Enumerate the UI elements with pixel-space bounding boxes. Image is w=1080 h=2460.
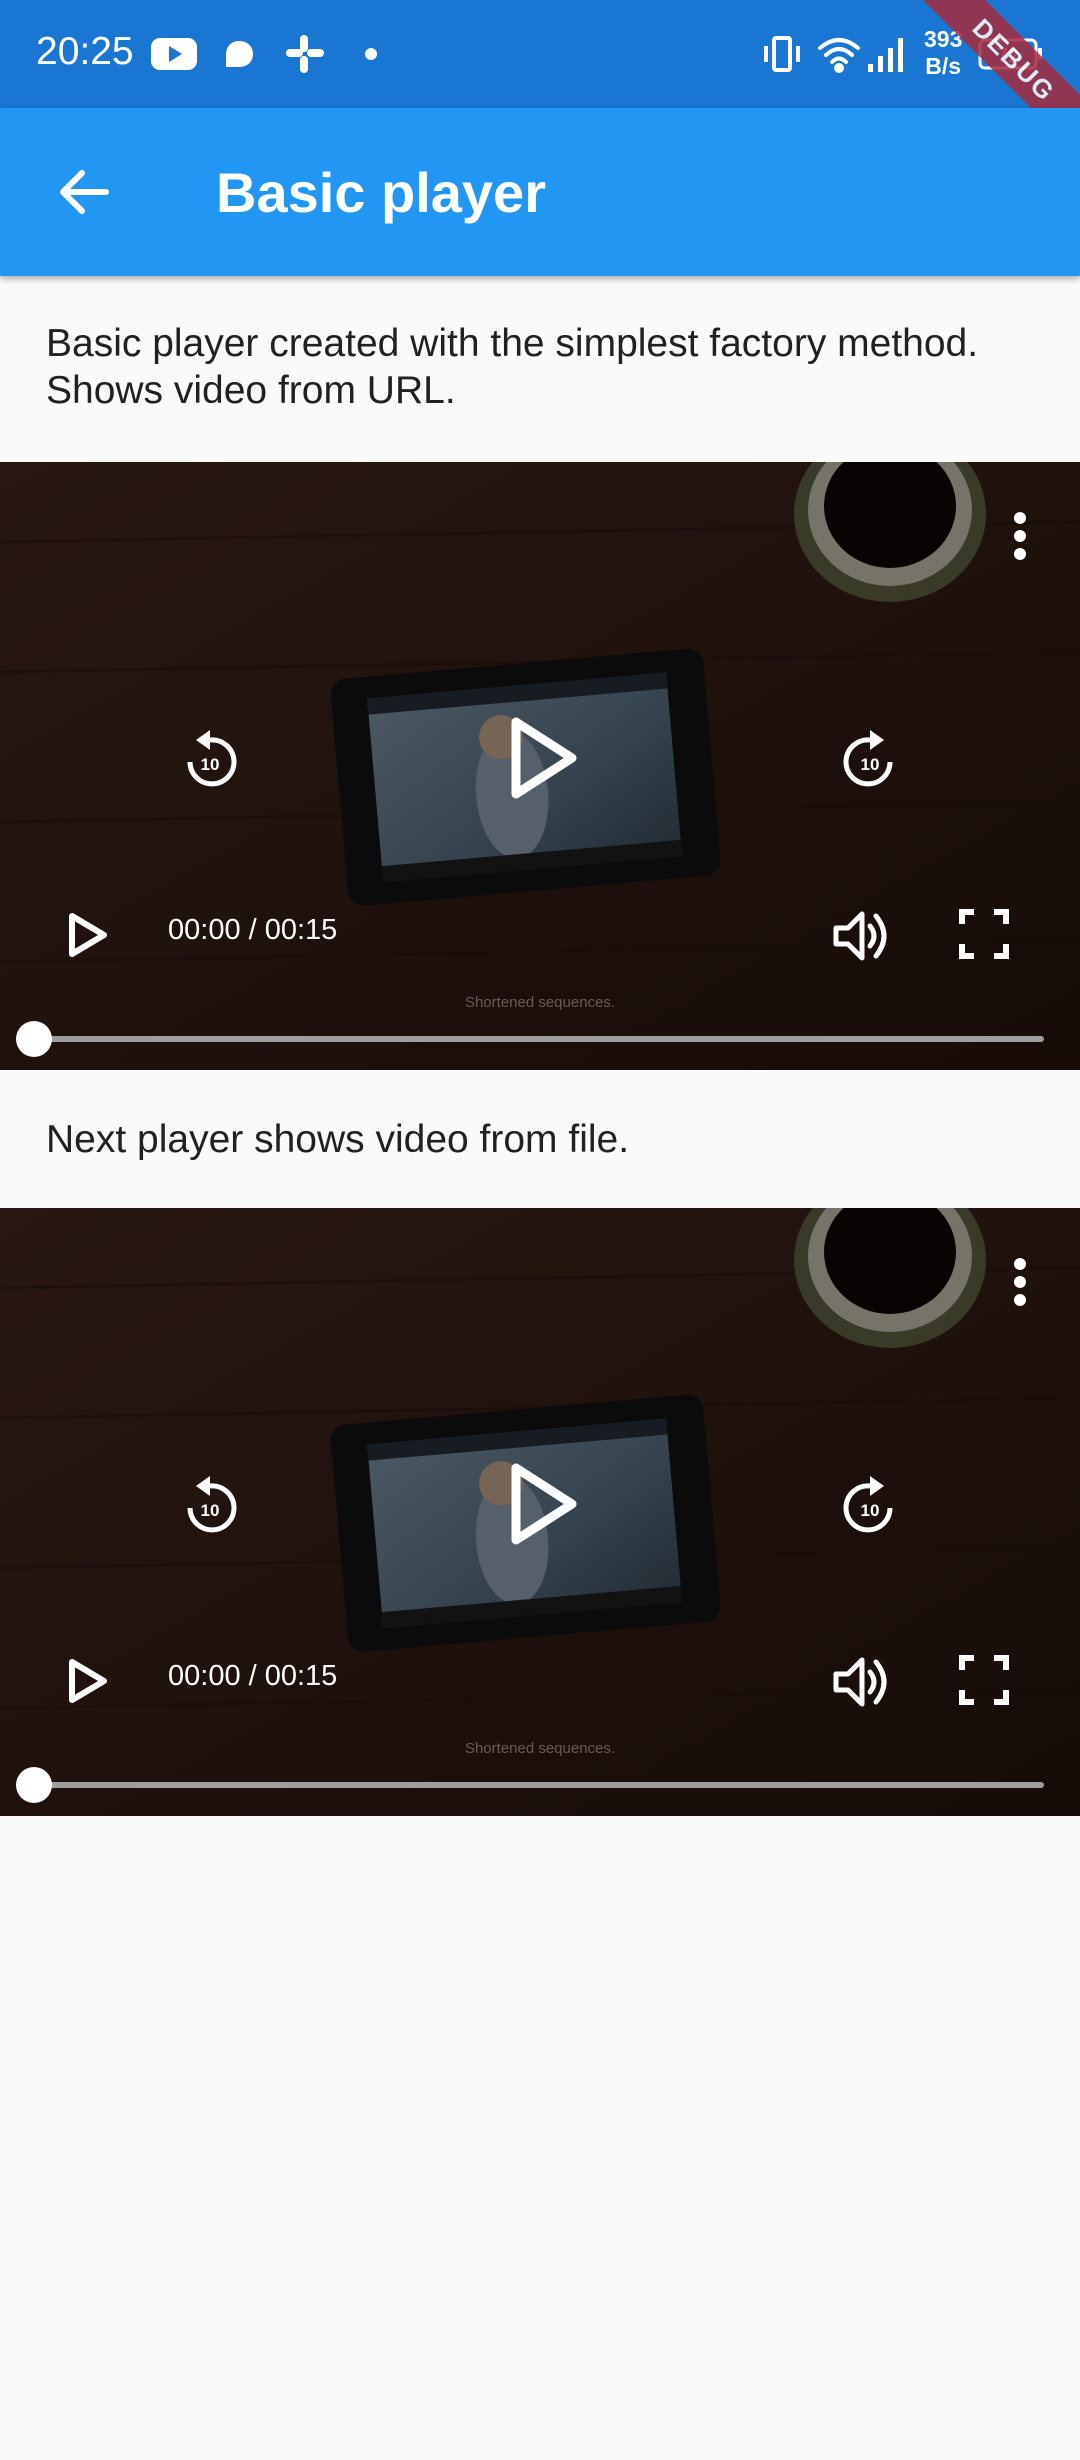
rewind-seconds: 10 (201, 755, 220, 774)
slack-icon (284, 30, 326, 78)
play-icon (511, 1463, 577, 1545)
play-icon (69, 1659, 107, 1703)
forward-10-icon: 10 (843, 1476, 893, 1533)
arrow-back-icon (60, 170, 109, 214)
youtube-icon (150, 30, 198, 78)
wifi-icon (816, 30, 862, 78)
forward-10-button[interactable]: 10 (836, 1472, 904, 1545)
progress-handle[interactable] (16, 1021, 52, 1057)
play-button[interactable] (62, 1656, 112, 1711)
replay-10-icon: 10 (187, 1476, 237, 1533)
time-label: 00:00 / 00:15 (168, 1660, 338, 1692)
video-player-file[interactable]: 10 10 00:00 / 00:15 Shortened sequences. (0, 1208, 1080, 1816)
play-icon (69, 913, 107, 957)
description-url: Basic player created with the simplest f… (46, 322, 979, 412)
progress-handle[interactable] (16, 1767, 52, 1803)
description-file: Next player shows video from file. (46, 1118, 630, 1161)
status-bar: 20:25 393 B/s 72 (0, 0, 1080, 108)
more-vert-icon (1014, 512, 1026, 560)
video-caption: Shortened sequences. (464, 994, 616, 1011)
signal-icon (866, 30, 910, 78)
forward-seconds: 10 (861, 1501, 880, 1520)
dot-icon (364, 30, 378, 78)
network-speed-unit: B/s (925, 53, 962, 79)
play-button[interactable] (62, 910, 112, 965)
video-caption: Shortened sequences. (464, 1740, 616, 1757)
more-vert-icon (1014, 1258, 1026, 1306)
rewind-10-button[interactable]: 10 (176, 1472, 244, 1545)
volume-up-icon (833, 1657, 887, 1707)
more-options-button[interactable] (1000, 1252, 1040, 1317)
replay-10-icon: 10 (187, 730, 237, 787)
volume-button[interactable] (830, 1652, 896, 1717)
back-button[interactable] (50, 158, 118, 226)
volume-button[interactable] (830, 906, 896, 971)
rewind-10-button[interactable]: 10 (176, 726, 244, 799)
fullscreen-icon (959, 1655, 1009, 1705)
progress-bar[interactable] (34, 1036, 1044, 1042)
rewind-seconds: 10 (201, 1501, 220, 1520)
progress-bar[interactable] (34, 1782, 1044, 1788)
play-center-button[interactable] (506, 1460, 582, 1553)
vibrate-icon (760, 30, 804, 78)
more-options-button[interactable] (1000, 506, 1040, 571)
fullscreen-button[interactable] (958, 1654, 1010, 1711)
status-time: 20:25 (36, 30, 134, 73)
forward-seconds: 10 (861, 755, 880, 774)
page-title: Basic player (216, 161, 546, 224)
play-center-button[interactable] (506, 714, 582, 807)
chat-bubble-icon (222, 30, 256, 78)
volume-up-icon (833, 911, 887, 961)
app-bar: Basic player (0, 108, 1080, 276)
fullscreen-icon (959, 909, 1009, 959)
video-player-url[interactable]: 10 10 00:00 / 00:15 Shortened sequences. (0, 462, 1080, 1070)
fullscreen-button[interactable] (958, 908, 1010, 965)
forward-10-button[interactable]: 10 (836, 726, 904, 799)
time-label: 00:00 / 00:15 (168, 914, 338, 946)
play-icon (511, 717, 577, 799)
forward-10-icon: 10 (843, 730, 893, 787)
